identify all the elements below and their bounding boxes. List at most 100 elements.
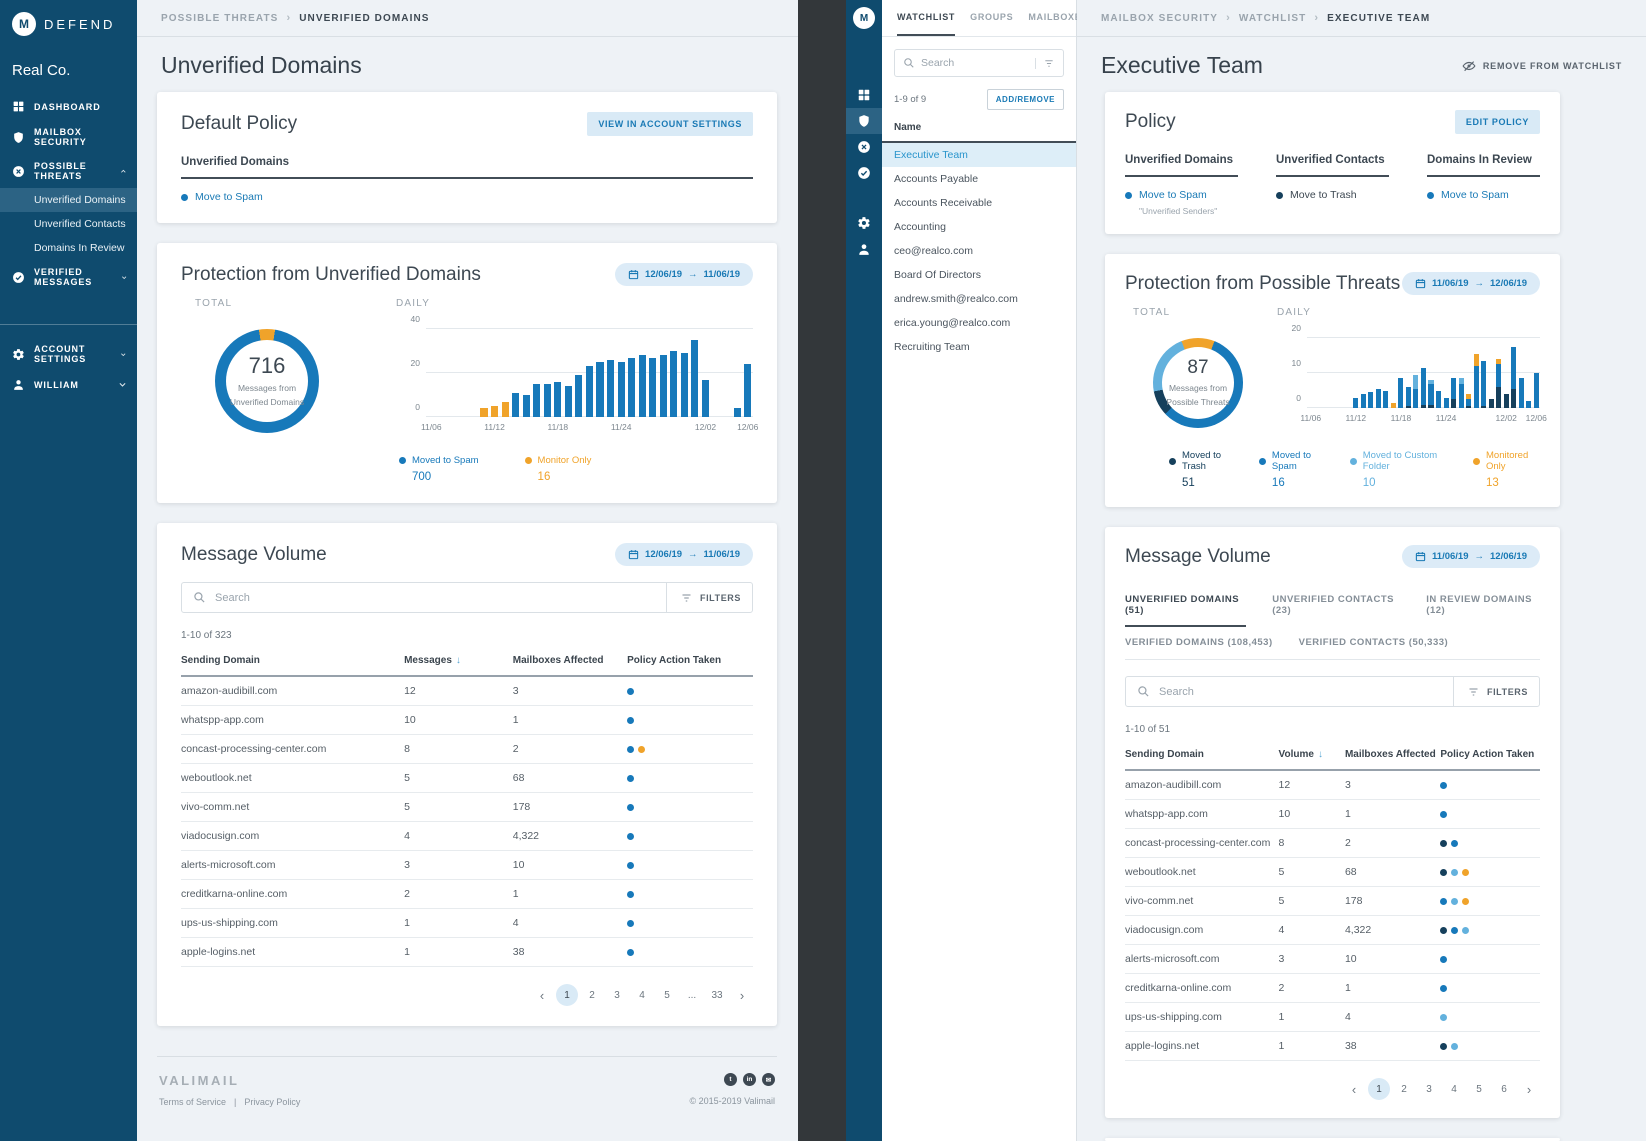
watchlist-item-andrew-smith-realco-com[interactable]: andrew.smith@realco.com [882, 287, 1076, 311]
policy-action-link[interactable]: Move to Spam [1139, 189, 1207, 201]
table-row[interactable]: concast-processing-center.com82 [1125, 829, 1540, 858]
filters-button[interactable]: FILTERS [1453, 677, 1528, 706]
column-header-sending-domain[interactable]: Sending Domain [181, 647, 404, 676]
table-row[interactable]: apple-logins.net138 [181, 938, 753, 967]
watchlist-item-ceo-realco-com[interactable]: ceo@realco.com [882, 239, 1076, 263]
rail-item-gear[interactable] [846, 210, 882, 236]
table-row[interactable]: whatspp-app.com101 [181, 706, 753, 735]
pagination-page-33[interactable]: 33 [706, 984, 728, 1006]
pagination-page-5[interactable]: 5 [1468, 1078, 1490, 1100]
tab-unverified-domains-51[interactable]: UNVERIFIED DOMAINS (51) [1125, 584, 1246, 627]
pagination-next[interactable]: › [731, 984, 753, 1006]
pagination-page-6[interactable]: 6 [1493, 1078, 1515, 1100]
watchlist-item-erica-young-realco-com[interactable]: erica.young@realco.com [882, 311, 1076, 335]
edit-policy-button[interactable]: EDIT POLICY [1455, 110, 1540, 134]
pagination-page-[interactable]: ... [681, 984, 703, 1006]
sidebar-item-verified-messages[interactable]: VERIFIED MESSAGES [0, 260, 137, 294]
view-in-account-settings-button[interactable]: VIEW IN ACCOUNT SETTINGS [587, 112, 753, 136]
panel-tab-groups[interactable]: GROUPS [970, 0, 1013, 36]
column-header-policy-action-taken[interactable]: Policy Action Taken [627, 647, 753, 676]
table-row[interactable]: alerts-microsoft.com310 [1125, 945, 1540, 974]
pagination-page-4[interactable]: 4 [631, 984, 653, 1006]
search-input[interactable] [1150, 686, 1453, 698]
table-row[interactable]: whatspp-app.com101 [1125, 800, 1540, 829]
footer-link-privacy-policy[interactable]: Privacy Policy [244, 1097, 300, 1107]
pagination-prev[interactable]: ‹ [1343, 1078, 1365, 1100]
rail-item-person[interactable] [846, 236, 882, 262]
rail-item-shield[interactable] [846, 108, 882, 134]
table-row[interactable]: vivo-comm.net5178 [1125, 887, 1540, 916]
policy-action-link[interactable]: Move to Spam [195, 191, 263, 203]
tab-unverified-contacts-23[interactable]: UNVERIFIED CONTACTS (23) [1272, 584, 1400, 627]
sidebar-item-william[interactable]: WILLIAM [0, 371, 137, 398]
table-row[interactable]: creditkarna-online.com21 [181, 880, 753, 909]
tab-verified-contacts-50-333[interactable]: VERIFIED CONTACTS (50,333) [1299, 627, 1449, 659]
table-row[interactable]: weboutlook.net568 [1125, 858, 1540, 887]
table-row[interactable]: ups-us-shipping.com14 [1125, 1003, 1540, 1032]
pagination-page-2[interactable]: 2 [1393, 1078, 1415, 1100]
watchlist-item-accounting[interactable]: Accounting [882, 215, 1076, 239]
breadcrumb-item-watchlist[interactable]: WATCHLIST [1239, 13, 1306, 24]
panel-search-input[interactable] [915, 57, 1035, 69]
sidebar-item-dashboard[interactable]: DASHBOARD [0, 93, 137, 120]
table-row[interactable]: apple-logins.net138 [1125, 1032, 1540, 1061]
rail-item-x-circle[interactable] [846, 134, 882, 160]
watchlist-item-board-of-directors[interactable]: Board Of Directors [882, 263, 1076, 287]
date-range-badge[interactable]: 12/06/19 → 11/06/19 [615, 263, 753, 286]
table-row[interactable]: ups-us-shipping.com14 [181, 909, 753, 938]
name-column-header[interactable]: Name [882, 116, 1076, 143]
footer-link-terms-of-service[interactable]: Terms of Service [159, 1097, 226, 1107]
table-row[interactable]: creditkarna-online.com21 [1125, 974, 1540, 1003]
table-row[interactable]: viadocusign.com44,322 [181, 822, 753, 851]
sidebar-item-possible-threats[interactable]: POSSIBLE THREATS [0, 154, 137, 188]
twitter-icon[interactable]: t [724, 1073, 737, 1086]
filters-button[interactable]: FILTERS [666, 583, 741, 612]
rail-item-grid[interactable] [846, 82, 882, 108]
watchlist-item-executive-team[interactable]: Executive Team [882, 143, 1076, 167]
search-input[interactable] [206, 592, 666, 604]
sidebar-item-account-settings[interactable]: ACCOUNT SETTINGS [0, 337, 137, 371]
watchlist-item-recruiting-team[interactable]: Recruiting Team [882, 335, 1076, 359]
pagination-page-4[interactable]: 4 [1443, 1078, 1465, 1100]
panel-tab-watchlist[interactable]: WATCHLIST [897, 0, 955, 36]
table-row[interactable]: viadocusign.com44,322 [1125, 916, 1540, 945]
tab-verified-domains-108-453[interactable]: VERIFIED DOMAINS (108,453) [1125, 627, 1273, 659]
column-header-policy-action-taken[interactable]: Policy Action Taken [1440, 741, 1540, 770]
sidebar-subitem-domains-in-review[interactable]: Domains In Review [0, 236, 137, 260]
table-row[interactable]: concast-processing-center.com82 [181, 735, 753, 764]
pagination-prev[interactable]: ‹ [531, 984, 553, 1006]
column-header-mailboxes-affected[interactable]: Mailboxes Affected [1345, 741, 1440, 770]
pagination-next[interactable]: › [1518, 1078, 1540, 1100]
breadcrumb-item-possible-threats[interactable]: POSSIBLE THREATS [161, 13, 278, 24]
panel-filter-button[interactable] [1035, 58, 1055, 69]
table-row[interactable]: amazon-audibill.com123 [181, 676, 753, 706]
add-remove-button[interactable]: ADD/REMOVE [987, 89, 1064, 110]
date-range-badge[interactable]: 11/06/19 → 12/06/19 [1402, 545, 1540, 568]
email-icon[interactable]: ✉ [762, 1073, 775, 1086]
breadcrumb-item-mailbox-security[interactable]: MAILBOX SECURITY [1101, 13, 1218, 24]
pagination-page-3[interactable]: 3 [1418, 1078, 1440, 1100]
table-row[interactable]: amazon-audibill.com123 [1125, 770, 1540, 800]
pagination-page-1[interactable]: 1 [556, 984, 578, 1006]
sidebar-subitem-unverified-contacts[interactable]: Unverified Contacts [0, 212, 137, 236]
column-header-sending-domain[interactable]: Sending Domain [1125, 741, 1279, 770]
column-header-mailboxes-affected[interactable]: Mailboxes Affected [513, 647, 627, 676]
remove-from-watchlist-button[interactable]: REMOVE FROM WATCHLIST [1462, 59, 1622, 73]
table-row[interactable]: alerts-microsoft.com310 [181, 851, 753, 880]
table-row[interactable]: weboutlook.net568 [181, 764, 753, 793]
rail-item-check-circle[interactable] [846, 160, 882, 186]
column-header-messages[interactable]: Messages↓ [404, 647, 513, 676]
table-row[interactable]: vivo-comm.net5178 [181, 793, 753, 822]
sidebar-subitem-unverified-domains[interactable]: Unverified Domains [0, 188, 137, 212]
sidebar-item-mailbox-security[interactable]: MAILBOX SECURITY [0, 120, 137, 154]
linkedin-icon[interactable]: in [743, 1073, 756, 1086]
date-range-badge[interactable]: 12/06/19 → 11/06/19 [615, 543, 753, 566]
pagination-page-1[interactable]: 1 [1368, 1078, 1390, 1100]
column-header-volume[interactable]: Volume↓ [1279, 741, 1345, 770]
tab-in-review-domains-12[interactable]: IN REVIEW DOMAINS (12) [1426, 584, 1540, 627]
watchlist-item-accounts-payable[interactable]: Accounts Payable [882, 167, 1076, 191]
pagination-page-2[interactable]: 2 [581, 984, 603, 1006]
pagination-page-5[interactable]: 5 [656, 984, 678, 1006]
pagination-page-3[interactable]: 3 [606, 984, 628, 1006]
policy-action-link[interactable]: Move to Spam [1441, 189, 1509, 201]
